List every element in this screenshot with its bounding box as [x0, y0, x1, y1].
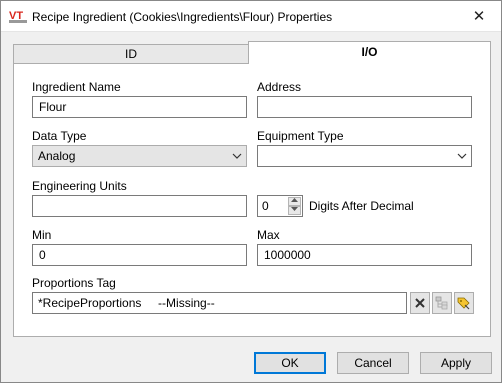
- engineering-units-label: Engineering Units: [32, 179, 127, 193]
- data-type-value: Analog: [38, 149, 76, 163]
- chevron-down-icon: [232, 148, 242, 167]
- tag-browse-icon: [457, 297, 470, 310]
- vtscada-logo-icon: VT: [9, 10, 27, 23]
- ok-button[interactable]: OK: [254, 352, 326, 374]
- tag-tree-icon: [435, 296, 448, 310]
- proportions-tag-field[interactable]: *RecipeProportions --Missing--: [32, 292, 407, 314]
- tab-id[interactable]: ID: [13, 44, 249, 64]
- close-button[interactable]: ✕: [467, 6, 491, 26]
- chevron-down-icon: [457, 148, 467, 167]
- digits-after-decimal-spinner[interactable]: 0: [257, 195, 303, 217]
- window-title: Recipe Ingredient (Cookies\Ingredients\F…: [32, 10, 333, 24]
- tab-io[interactable]: I/O: [248, 41, 491, 64]
- equipment-type-select[interactable]: [257, 145, 472, 167]
- clear-tag-button[interactable]: [410, 292, 430, 314]
- max-label: Max: [257, 228, 280, 242]
- tag-tree-button[interactable]: [432, 292, 452, 314]
- properties-dialog: VT Recipe Ingredient (Cookies\Ingredient…: [0, 0, 502, 383]
- ingredient-name-field[interactable]: Flour: [32, 96, 247, 118]
- proportions-tag-label: Proportions Tag: [32, 276, 116, 290]
- max-field[interactable]: 1000000: [257, 244, 472, 266]
- engineering-units-field[interactable]: [32, 195, 247, 217]
- digits-after-decimal-value: 0: [262, 199, 269, 213]
- cancel-button[interactable]: Cancel: [337, 352, 409, 374]
- spin-down-button[interactable]: [288, 206, 301, 215]
- clear-x-icon: [415, 298, 425, 308]
- tab-strip: ID I/O: [13, 41, 491, 64]
- title-bar: VT Recipe Ingredient (Cookies\Ingredient…: [1, 1, 501, 32]
- address-field[interactable]: [257, 96, 472, 118]
- data-type-label: Data Type: [32, 129, 87, 143]
- spin-up-button[interactable]: [288, 197, 301, 206]
- tag-browse-button[interactable]: [454, 292, 474, 314]
- ingredient-name-label: Ingredient Name: [32, 80, 121, 94]
- address-label: Address: [257, 80, 302, 94]
- min-field[interactable]: 0: [32, 244, 247, 266]
- equipment-type-label: Equipment Type: [257, 129, 344, 143]
- digits-after-decimal-label: Digits After Decimal: [309, 199, 414, 213]
- data-type-select[interactable]: Analog: [32, 145, 247, 167]
- min-label: Min: [32, 228, 52, 242]
- apply-button[interactable]: Apply: [420, 352, 492, 374]
